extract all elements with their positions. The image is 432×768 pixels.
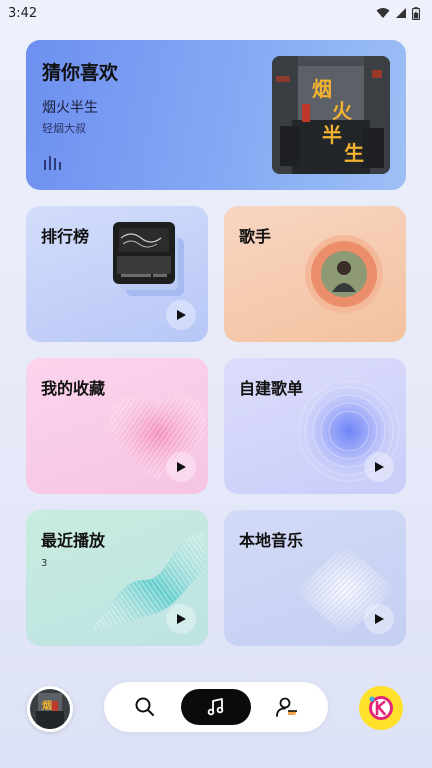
svg-text:半: 半 [322,123,342,147]
recent-played-play-button[interactable] [166,604,196,634]
hero-artist-name: 轻烟大叔 [42,122,86,135]
kugou-logo-button[interactable] [359,686,403,730]
favorites-play-button[interactable] [166,452,196,482]
hero-song-title: 烟火半生 [42,100,98,116]
guess-you-like-card[interactable]: 猜你喜欢 烟火半生 轻烟大叔 烟 火 半 生 [26,40,406,190]
album-cover-text: 烟 [312,77,332,101]
custom-playlist-play-button[interactable] [364,452,394,482]
play-icon [177,614,186,624]
svg-text:生: 生 [344,141,364,165]
status-time: 3:42 [8,5,38,21]
singer-avatar-disc [305,235,383,313]
now-playing-avatar[interactable]: 烟 [27,686,73,732]
wifi-icon [376,8,390,18]
music-note-icon [207,698,224,716]
battery-icon [412,6,420,20]
custom-playlist-card[interactable]: 自建歌单 [224,358,406,494]
favorites-title: 我的收藏 [41,379,106,398]
singer-card[interactable]: 歌手 [224,206,406,342]
singer-title: 歌手 [239,227,272,246]
bottom-navigation [104,682,328,732]
local-music-play-button[interactable] [364,604,394,634]
recent-played-count: 3 [41,558,48,569]
favorites-card[interactable]: 我的收藏 [26,358,208,494]
local-music-card[interactable]: 本地音乐 [224,510,406,646]
play-icon [177,462,186,472]
status-icons [376,6,420,20]
user-settings-icon[interactable] [275,696,299,718]
ranking-card[interactable]: 排行榜 [26,206,208,342]
svg-text:烟: 烟 [42,699,52,712]
play-icon [177,310,186,320]
ranking-title: 排行榜 [41,227,90,246]
ranking-cover [113,222,175,284]
album-cover[interactable]: 烟 火 半 生 [272,56,390,174]
recent-played-card[interactable]: 最近播放 3 [26,510,208,646]
play-icon [375,462,384,472]
music-tab[interactable] [181,689,251,725]
hero-title: 猜你喜欢 [42,62,119,84]
play-icon [375,614,384,624]
ranking-play-button[interactable] [166,300,196,330]
svg-text:火: 火 [332,99,353,123]
search-icon[interactable] [134,696,156,718]
equalizer-icon [44,156,61,170]
signal-icon [396,8,406,18]
status-bar: 3:42 [0,0,432,26]
kugou-logo-icon [369,696,393,720]
